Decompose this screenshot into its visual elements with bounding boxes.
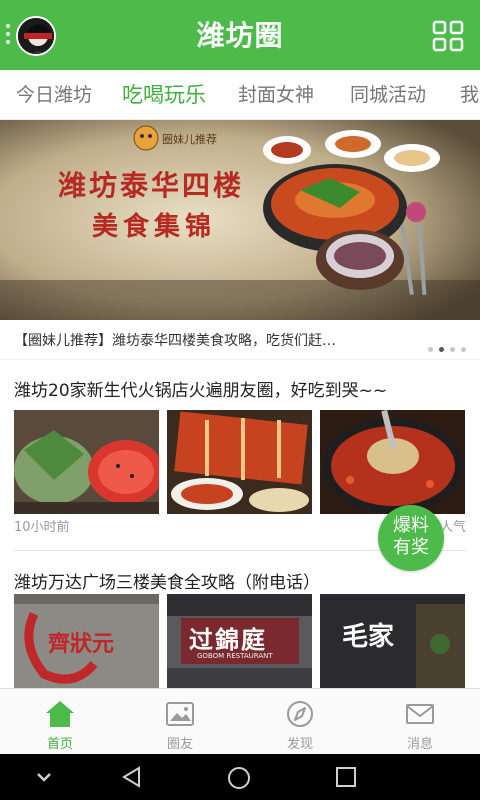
restaurant-sign: 过錦庭 bbox=[189, 625, 267, 654]
carousel-dot bbox=[450, 347, 455, 352]
article-thumbnail[interactable] bbox=[14, 410, 159, 514]
home-icon bbox=[46, 701, 74, 727]
compass-icon bbox=[287, 701, 313, 727]
nav-discover-label: 发现 bbox=[286, 737, 313, 752]
chevron-down-icon[interactable] bbox=[32, 765, 56, 789]
article-thumbnail[interactable]: 齊狀元 bbox=[14, 594, 159, 688]
image-icon bbox=[166, 702, 194, 726]
grid-icon[interactable] bbox=[432, 20, 464, 52]
article-thumbnail[interactable]: 毛家 bbox=[320, 594, 465, 688]
nav-home-label: 首页 bbox=[46, 737, 73, 752]
nav-friends-label: 圈友 bbox=[166, 737, 193, 752]
article-thumbnail[interactable]: 过錦庭 GOBOM RESTAURANT bbox=[167, 594, 312, 688]
restaurant-sign: 齊狀元 bbox=[48, 631, 115, 657]
restaurant-sign: 毛家 bbox=[342, 622, 395, 652]
carousel-dot bbox=[428, 347, 433, 352]
banner-caption-bar: 【圈妹儿推荐】潍坊泰华四楼美食攻略，吃货们赶… bbox=[0, 320, 480, 360]
nav-discover[interactable]: 发现 bbox=[240, 689, 360, 755]
banner-carousel[interactable]: 圈妹儿推荐 潍坊泰华四楼 美食集锦 bbox=[0, 120, 480, 320]
tab-me[interactable]: 我 bbox=[460, 70, 479, 119]
banner-image bbox=[0, 120, 480, 320]
article-thumbnail[interactable] bbox=[167, 410, 312, 514]
carousel-dot-active bbox=[439, 347, 444, 352]
fab-line1: 爆料 bbox=[393, 515, 429, 536]
article-card[interactable]: 潍坊万达广场三楼美食全攻略（附电话） 齊狀元 过錦庭 GOBOM RESTAUR… bbox=[0, 568, 480, 688]
article-time: 10小时前 bbox=[14, 520, 70, 535]
nav-messages[interactable]: 消息 bbox=[360, 689, 480, 755]
tab-cover-goddess[interactable]: 封面女神 bbox=[238, 70, 314, 119]
banner-headline-line2: 美食集锦 bbox=[92, 212, 217, 242]
app-header: 潍坊圈 bbox=[0, 0, 480, 70]
article-images bbox=[14, 410, 466, 514]
restaurant-sign-sub: GOBOM RESTAURANT bbox=[197, 652, 273, 660]
home-circle-icon[interactable] bbox=[226, 765, 252, 791]
back-icon[interactable] bbox=[120, 765, 144, 789]
article-title[interactable]: 潍坊20家新生代火锅店火遍朋友圈，好吃到哭~~ bbox=[14, 376, 387, 401]
banner-headline-line1: 潍坊泰华四楼 bbox=[58, 169, 245, 202]
report-reward-button[interactable]: 爆料 有奖 bbox=[378, 505, 444, 571]
banner-logo-text: 圈妹儿推荐 bbox=[162, 133, 217, 146]
fab-line2: 有奖 bbox=[393, 537, 429, 558]
system-nav-bar bbox=[0, 754, 480, 800]
app-title: 潍坊圈 bbox=[196, 19, 284, 52]
article-images: 齊狀元 过錦庭 GOBOM RESTAURANT 毛家 bbox=[14, 594, 466, 688]
recents-icon[interactable] bbox=[334, 765, 358, 789]
nav-circle-friends[interactable]: 圈友 bbox=[120, 689, 240, 755]
tab-city-events[interactable]: 同城活动 bbox=[350, 70, 426, 119]
article-title[interactable]: 潍坊万达广场三楼美食全攻略（附电话） bbox=[14, 568, 320, 593]
tab-today-weifang[interactable]: 今日潍坊 bbox=[16, 70, 92, 119]
carousel-dot bbox=[461, 347, 466, 352]
tab-food-fun[interactable]: 吃喝玩乐 bbox=[122, 70, 206, 119]
banner-caption[interactable]: 【圈妹儿推荐】潍坊泰华四楼美食攻略，吃货们赶… bbox=[14, 330, 336, 350]
carousel-indicator bbox=[422, 337, 466, 356]
bottom-nav: 首页 圈友 发现 消息 bbox=[0, 688, 480, 754]
nav-messages-label: 消息 bbox=[406, 737, 433, 752]
mail-icon bbox=[406, 704, 434, 724]
article-thumbnail[interactable] bbox=[320, 410, 465, 514]
category-tabs: 今日潍坊 吃喝玩乐 封面女神 同城活动 我 bbox=[0, 70, 480, 120]
nav-home[interactable]: 首页 bbox=[0, 689, 120, 755]
